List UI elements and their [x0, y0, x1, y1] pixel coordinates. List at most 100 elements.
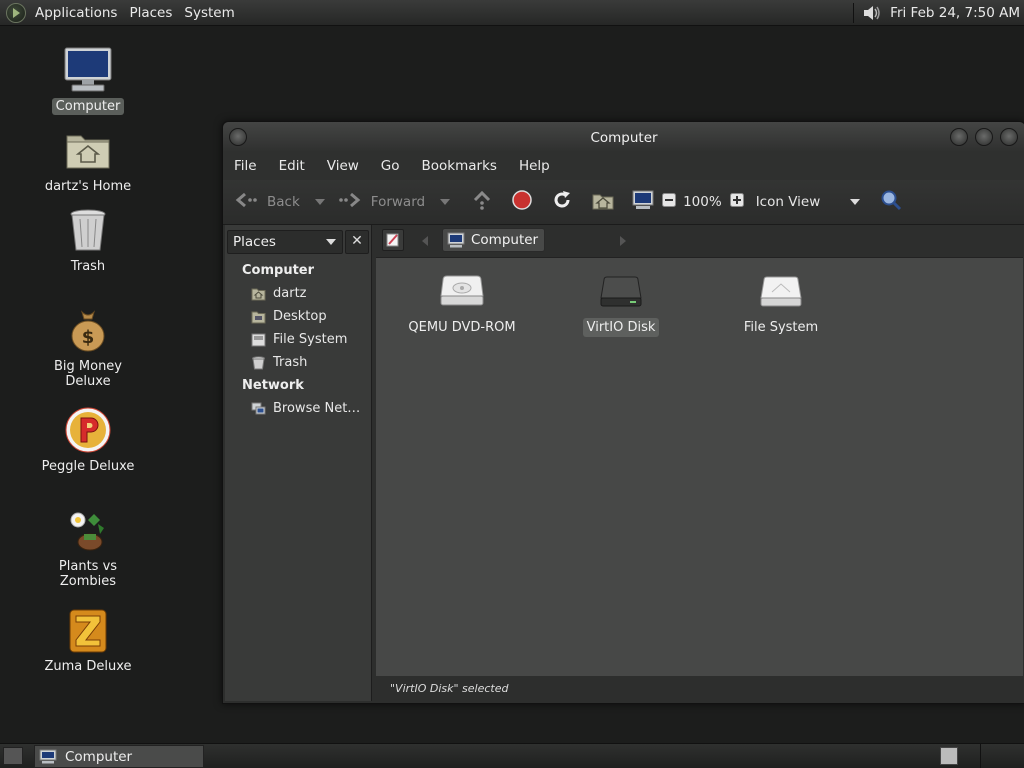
optical-drive-icon	[439, 274, 485, 310]
panel-separator	[853, 2, 855, 23]
sidebar-item-desktop[interactable]: Desktop	[251, 309, 327, 324]
file-item-virtio-disk[interactable]: VirtIO Disk	[551, 274, 691, 337]
location-bar: Computer	[376, 225, 1023, 257]
taskbar-window-label: Computer	[65, 748, 133, 765]
desktop-icon-label: Big Money Deluxe	[53, 359, 122, 389]
file-manager-window: Computer File Edit View Go Bookmarks Hel…	[222, 121, 1024, 704]
desktop-icon-plants-vs-zombies[interactable]: Plants vs Zombies	[28, 506, 148, 590]
workspace-switcher-2[interactable]	[980, 744, 1024, 768]
system-menu[interactable]: System	[178, 5, 240, 21]
sidebar-item-dartz[interactable]: dartz	[251, 286, 306, 301]
top-panel-tray: Fri Feb 24, 7:50 AM	[853, 0, 1020, 25]
filesystem-icon	[251, 333, 266, 347]
svg-text:$: $	[82, 327, 95, 348]
back-label: Back	[267, 194, 300, 210]
forward-history-dropdown[interactable]	[440, 199, 451, 205]
volume-icon[interactable]	[862, 4, 882, 22]
zoom-level[interactable]: 100%	[683, 194, 722, 210]
side-pane-selector[interactable]: Places	[227, 230, 343, 254]
file-item-qemu-dvd-rom[interactable]: QEMU DVD-ROM	[392, 274, 532, 337]
desktop-icon-label: dartz's Home	[44, 179, 132, 194]
sidebar-item-label: File System	[273, 332, 348, 347]
places-menu[interactable]: Places	[123, 5, 178, 21]
desktop-icon-label: Computer	[51, 98, 125, 115]
status-bar: "VirtIO Disk" selected	[376, 676, 1023, 702]
minimize-button[interactable]	[950, 128, 968, 146]
menu-edit[interactable]: Edit	[268, 158, 316, 174]
filesystem-drive-icon	[758, 274, 804, 310]
computer-icon	[39, 749, 57, 764]
desktop-icon-peggle[interactable]: Peggle Deluxe	[28, 406, 148, 475]
workspace-switcher-1[interactable]	[940, 747, 958, 765]
desktop-icon-trash[interactable]: Trash	[28, 206, 148, 275]
desktop-folder-icon	[251, 310, 266, 324]
side-pane-close-button[interactable]: ✕	[345, 230, 369, 254]
forward-arrow-icon	[338, 191, 361, 213]
stop-icon[interactable]	[512, 190, 532, 214]
sidebar-item-label: Browse Net…	[273, 401, 361, 416]
desktop-icon-computer[interactable]: Computer	[28, 46, 148, 115]
sidebar-item-file-system[interactable]: File System	[251, 332, 347, 347]
show-desktop-icon[interactable]	[3, 747, 23, 765]
gnome-foot-icon[interactable]	[6, 2, 26, 23]
desktop-icon-big-money[interactable]: $ Big Money Deluxe	[28, 306, 148, 390]
pencil-icon	[386, 233, 399, 247]
side-pane: Places ✕ Computer dartz Desktop File Sys…	[225, 225, 372, 701]
file-item-label: VirtIO Disk	[582, 318, 660, 337]
back-arrow-icon	[235, 191, 257, 213]
plants-vs-zombies-icon	[64, 506, 112, 554]
menu-go[interactable]: Go	[370, 158, 411, 174]
money-bag-icon: $	[64, 306, 112, 354]
menu-help[interactable]: Help	[508, 158, 561, 174]
side-section-network: Network	[242, 378, 304, 393]
view-mode-select[interactable]: Icon View	[756, 194, 846, 210]
file-item-label: QEMU DVD-ROM	[408, 320, 516, 335]
chevron-down-icon	[326, 239, 336, 245]
close-button[interactable]	[1000, 128, 1018, 146]
computer-icon	[64, 46, 112, 94]
location-edit-toggle[interactable]	[382, 229, 404, 251]
computer-toolbar-icon[interactable]	[632, 190, 654, 214]
menu-file[interactable]: File	[223, 158, 268, 174]
sidebar-item-browse-network[interactable]: Browse Net…	[251, 401, 360, 416]
file-item-label: File System	[743, 320, 819, 335]
sidebar-item-trash[interactable]: Trash	[251, 355, 307, 370]
zuma-icon	[64, 606, 112, 654]
zoom-in-icon[interactable]	[729, 193, 744, 211]
side-pane-selector-label: Places	[233, 234, 276, 250]
forward-label: Forward	[370, 194, 426, 210]
status-text: "VirtIO Disk" selected	[390, 682, 509, 695]
icon-view[interactable]: QEMU DVD-ROM VirtIO Disk File System	[376, 257, 1023, 676]
desktop-icon-zuma[interactable]: Zuma Deluxe	[28, 606, 148, 675]
computer-icon	[447, 232, 465, 248]
file-item-file-system[interactable]: File System	[711, 274, 851, 337]
menu-view[interactable]: View	[316, 158, 370, 174]
breadcrumb-label: Computer	[471, 232, 539, 248]
window-titlebar[interactable]: Computer	[223, 122, 1024, 152]
sidebar-item-label: dartz	[273, 286, 307, 301]
taskbar-window-computer[interactable]: Computer	[34, 745, 204, 768]
path-scroll-right-icon[interactable]	[620, 235, 626, 250]
side-pane-header: Places ✕	[225, 229, 371, 254]
forward-button[interactable]: Forward	[338, 191, 426, 213]
desktop-icon-label: Trash	[70, 259, 106, 274]
maximize-button[interactable]	[975, 128, 993, 146]
breadcrumb-computer[interactable]: Computer	[442, 228, 546, 252]
applications-menu[interactable]: Applications	[29, 5, 123, 21]
top-panel: Applications Places System Fri Feb 24, 7…	[0, 0, 1024, 26]
back-button[interactable]: Back	[235, 191, 300, 213]
back-history-dropdown[interactable]	[314, 199, 325, 205]
search-icon[interactable]	[880, 189, 902, 215]
reload-icon[interactable]	[552, 190, 572, 214]
view-mode-dropdown-icon[interactable]	[849, 199, 860, 205]
zoom-out-icon[interactable]	[662, 193, 677, 211]
path-scroll-left-icon[interactable]	[422, 235, 428, 250]
sidebar-item-label: Trash	[273, 355, 308, 370]
trash-icon	[251, 355, 266, 370]
home-icon[interactable]	[592, 190, 614, 214]
desktop-icon-home[interactable]: dartz's Home	[28, 126, 148, 195]
up-icon[interactable]	[472, 190, 492, 214]
clock[interactable]: Fri Feb 24, 7:50 AM	[890, 5, 1020, 21]
menu-bookmarks[interactable]: Bookmarks	[411, 158, 508, 174]
desktop-icon-label: Plants vs Zombies	[58, 559, 118, 589]
